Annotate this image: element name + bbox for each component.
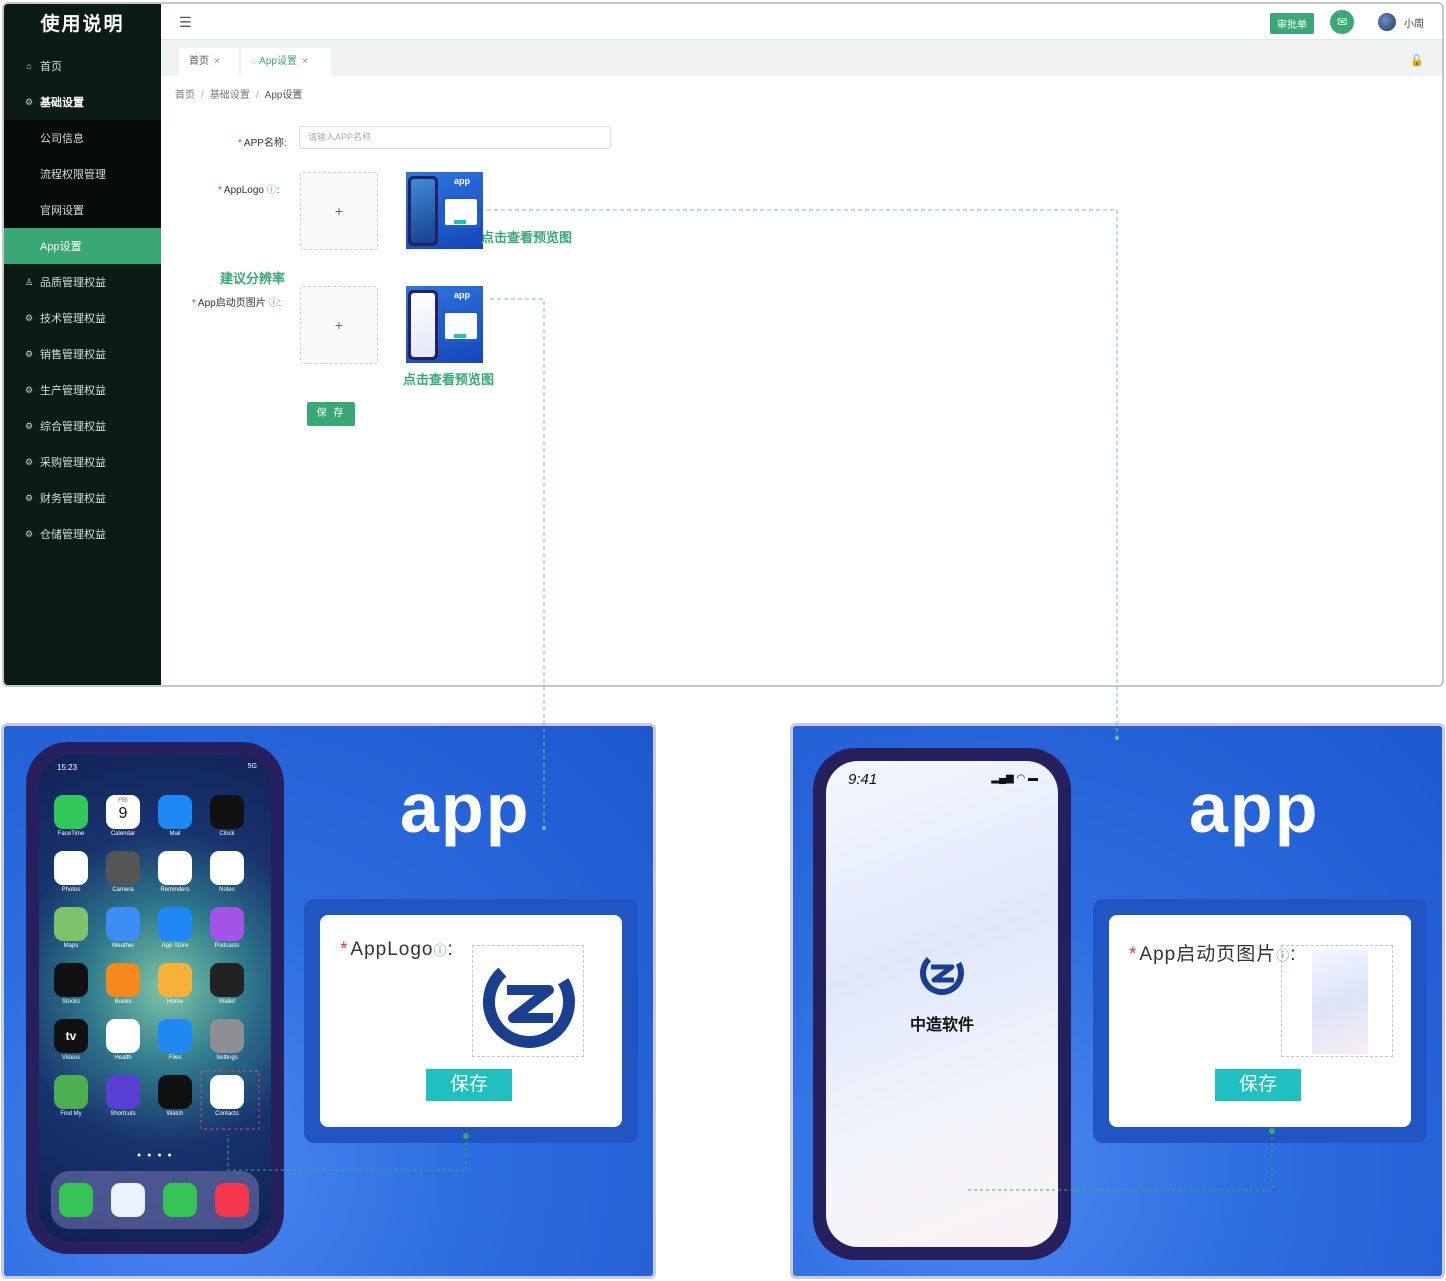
connector-lines bbox=[200, 209, 1275, 1191]
connector-launch bbox=[490, 298, 545, 828]
connector-logo bbox=[487, 209, 1118, 738]
